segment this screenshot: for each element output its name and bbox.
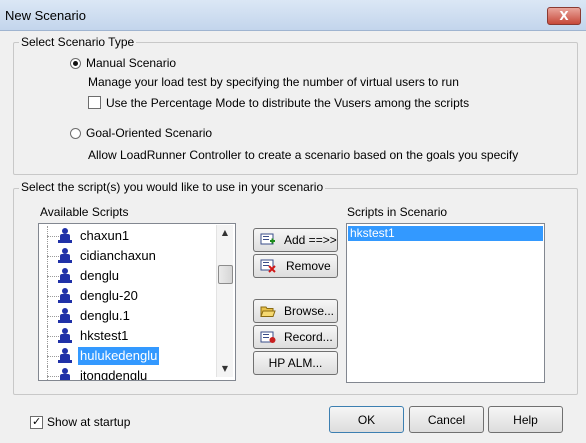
close-icon[interactable]: X [547, 7, 581, 25]
ok-label: OK [357, 412, 376, 427]
manual-scenario-radio[interactable] [70, 58, 81, 69]
title-bar: New Scenario X [0, 0, 586, 31]
add-script-button[interactable]: Add ==>> [253, 228, 338, 252]
hp-alm-button[interactable]: HP ALM... [253, 351, 338, 375]
hp-alm-label: HP ALM... [268, 356, 323, 370]
folder-open-icon [260, 306, 276, 317]
virtual-user-icon [58, 328, 72, 344]
available-script-name: denglu [80, 268, 120, 283]
scenario-type-legend: Select Scenario Type [19, 35, 137, 49]
remove-script-label: Remove [286, 259, 331, 273]
available-scripts-list[interactable]: chaxun1 cidianchaxun denglu denglu-20 denglu… [38, 223, 236, 381]
browse-button[interactable]: Browse... [253, 299, 338, 323]
virtual-user-icon [58, 288, 72, 304]
goal-oriented-label[interactable]: Goal-Oriented Scenario [86, 126, 212, 140]
scripts-in-scenario-list[interactable]: hkstest1 [346, 223, 545, 383]
virtual-user-icon [58, 228, 72, 244]
show-at-startup-label[interactable]: Show at startup [47, 415, 130, 429]
record-button[interactable]: Record... [253, 325, 338, 349]
available-script-item[interactable]: chaxun1 [39, 226, 224, 246]
virtual-user-icon [58, 268, 72, 284]
available-scripts-scrollbar[interactable]: ▲ ▼ [216, 225, 233, 377]
available-script-name: chaxun1 [80, 228, 130, 243]
available-script-item[interactable]: denglu-20 [39, 286, 224, 306]
available-script-name: denglu-20 [80, 288, 138, 303]
available-script-name: cidianchaxun [80, 248, 156, 263]
manual-scenario-description: Manage your load test by specifying the … [88, 75, 459, 89]
ok-button[interactable]: OK [329, 406, 404, 433]
scroll-thumb[interactable] [218, 265, 233, 284]
show-at-startup-checkbox[interactable]: ✓ [30, 415, 43, 429]
goal-oriented-radio[interactable] [70, 128, 81, 139]
help-button[interactable]: Help [488, 406, 563, 433]
remove-script-icon [260, 259, 276, 273]
available-script-item[interactable]: denglu.1 [39, 306, 224, 326]
add-script-label: Add ==>> [284, 233, 337, 247]
virtual-user-icon [58, 368, 72, 380]
percentage-mode-label[interactable]: Use the Percentage Mode to distribute th… [106, 96, 469, 110]
available-script-item[interactable]: hulukedenglu [39, 346, 224, 366]
browse-label: Browse... [284, 304, 335, 318]
available-script-item[interactable]: denglu [39, 266, 224, 286]
available-scripts-label: Available Scripts [40, 205, 129, 219]
scroll-down-icon[interactable]: ▼ [217, 361, 233, 377]
virtual-user-icon [58, 348, 72, 364]
tree-line [47, 366, 48, 380]
percentage-mode-checkbox[interactable] [88, 96, 101, 109]
help-label: Help [513, 412, 538, 427]
manual-scenario-label[interactable]: Manual Scenario [86, 56, 176, 70]
available-script-item[interactable]: cidianchaxun [39, 246, 224, 266]
script-selection-legend: Select the script(s) you would like to u… [19, 180, 326, 194]
available-script-item[interactable]: itongdenglu [39, 366, 224, 381]
record-label: Record... [284, 330, 333, 344]
virtual-user-icon [58, 308, 72, 324]
scroll-up-icon[interactable]: ▲ [217, 225, 233, 241]
available-script-name: itongdenglu [80, 368, 148, 381]
checkmark-icon: ✓ [32, 415, 42, 428]
available-script-name: denglu.1 [80, 308, 130, 323]
add-script-icon [260, 233, 275, 245]
goal-oriented-description: Allow LoadRunner Controller to create a … [88, 148, 519, 162]
available-script-item[interactable]: hkstest1 [39, 326, 224, 346]
virtual-user-icon [58, 248, 72, 264]
cancel-button[interactable]: Cancel [409, 406, 484, 433]
available-script-name: hkstest1 [80, 328, 129, 343]
remove-script-button[interactable]: Remove [253, 254, 338, 278]
window-title: New Scenario [5, 8, 86, 23]
scripts-in-scenario-label: Scripts in Scenario [347, 205, 448, 219]
scenario-script-item[interactable]: hkstest1 [348, 226, 543, 241]
record-script-icon [260, 331, 276, 343]
available-script-name: hulukedenglu [78, 347, 160, 365]
cancel-label: Cancel [427, 412, 466, 427]
